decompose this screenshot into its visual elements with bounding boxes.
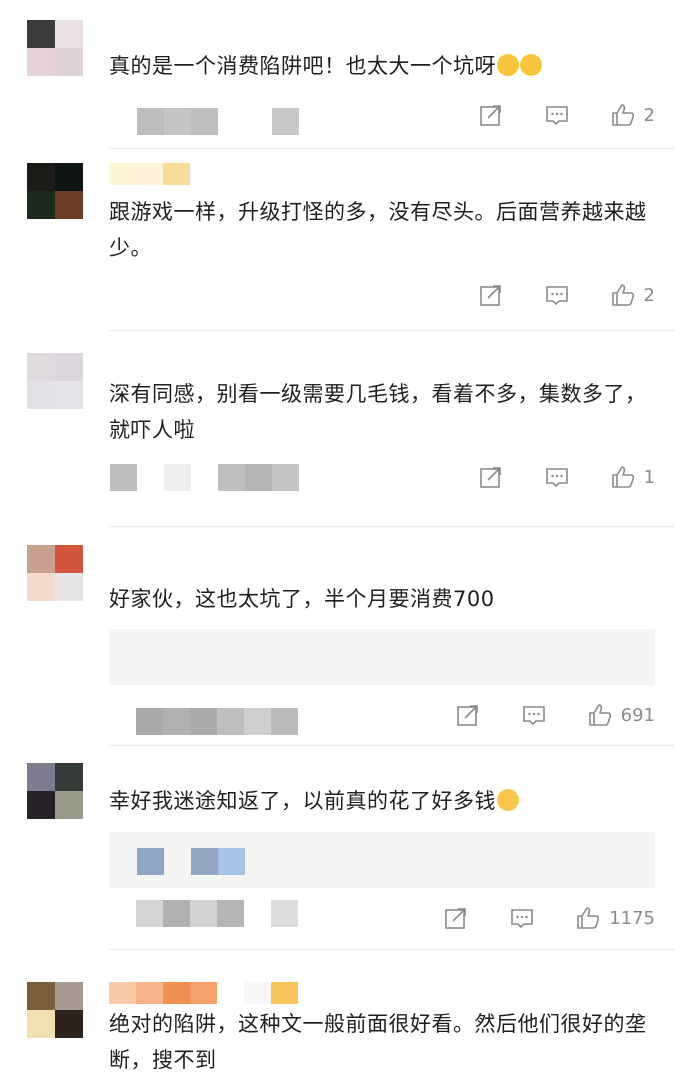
share-icon[interactable] — [455, 702, 481, 728]
divider — [109, 526, 675, 527]
comment-icon[interactable] — [521, 702, 547, 728]
laugh-cry-emoji — [520, 54, 542, 76]
divider — [109, 148, 675, 149]
share-icon[interactable] — [443, 905, 469, 931]
avatar[interactable] — [27, 163, 83, 219]
like-button[interactable]: 691 — [587, 702, 655, 728]
blurred-meta — [110, 108, 299, 135]
share-icon[interactable] — [478, 102, 504, 128]
avatar[interactable] — [27, 763, 83, 819]
thumbs-up-icon — [610, 282, 636, 308]
like-count: 2 — [643, 104, 655, 126]
share-icon[interactable] — [478, 282, 504, 308]
comment-actions: 691 — [455, 700, 655, 730]
like-count: 2 — [643, 284, 655, 306]
comment-actions: 2 — [478, 100, 655, 130]
quoted-reply-box[interactable] — [109, 629, 655, 685]
comment-icon[interactable] — [544, 464, 570, 490]
like-button[interactable]: 1175 — [575, 905, 655, 931]
blurred-meta — [136, 900, 298, 927]
comment-actions: 2 — [478, 280, 655, 310]
crying-emoji — [497, 789, 519, 811]
comment-actions: 1175 — [443, 903, 655, 933]
thumbs-up-icon — [575, 905, 601, 931]
laugh-cry-emoji — [497, 54, 519, 76]
quoted-reply-box[interactable] — [109, 832, 655, 888]
avatar[interactable] — [27, 353, 83, 409]
avatar[interactable] — [27, 982, 83, 1038]
comment-actions: 1 — [478, 462, 655, 492]
thumbs-up-icon — [610, 464, 636, 490]
comment-text: 真的是一个消费陷阱吧！也太大一个坑呀 — [109, 48, 655, 84]
avatar-tile — [27, 48, 55, 76]
like-button[interactable]: 2 — [610, 102, 655, 128]
avatar[interactable] — [27, 20, 83, 76]
blurred-username — [109, 982, 298, 1004]
blurred-username — [109, 163, 190, 185]
avatar-tile — [27, 20, 55, 48]
blurred-meta — [136, 708, 298, 735]
comment-icon[interactable] — [544, 282, 570, 308]
comment-text: 跟游戏一样，升级打怪的多，没有尽头。后面营养越来越少。 — [109, 200, 647, 260]
share-icon[interactable] — [478, 464, 504, 490]
comment-text: 深有同感，别看一级需要几毛钱，看着不多，集数多了，就吓人啦 — [109, 382, 647, 442]
thumbs-up-icon — [587, 702, 613, 728]
like-count: 1175 — [609, 907, 655, 929]
thumbs-up-icon — [610, 102, 636, 128]
like-button[interactable]: 1 — [610, 464, 655, 490]
comment-icon[interactable] — [509, 905, 535, 931]
like-count: 691 — [620, 704, 655, 726]
like-count: 1 — [643, 466, 655, 488]
comment-body: 幸好我迷途知返了，以前真的花了好多钱 — [109, 789, 496, 813]
avatar-tile — [55, 48, 83, 76]
comment-text: 绝对的陷阱，这种文一般前面很好看。然后他们很好的垄断，搜不到 — [109, 1012, 647, 1072]
blurred-quote — [137, 848, 245, 875]
like-button[interactable]: 2 — [610, 282, 655, 308]
divider — [109, 949, 675, 950]
comment-text: 好家伙，这也太坑了，半个月要消费700 — [109, 587, 495, 611]
avatar-tile — [55, 20, 83, 48]
divider — [109, 745, 675, 746]
avatar[interactable] — [27, 545, 83, 601]
comment-body: 真的是一个消费陷阱吧！也太大一个坑呀 — [109, 54, 496, 78]
divider — [109, 330, 675, 331]
comment-icon[interactable] — [544, 102, 570, 128]
comment-text: 幸好我迷途知返了，以前真的花了好多钱 — [109, 783, 655, 819]
blurred-meta — [110, 464, 299, 491]
